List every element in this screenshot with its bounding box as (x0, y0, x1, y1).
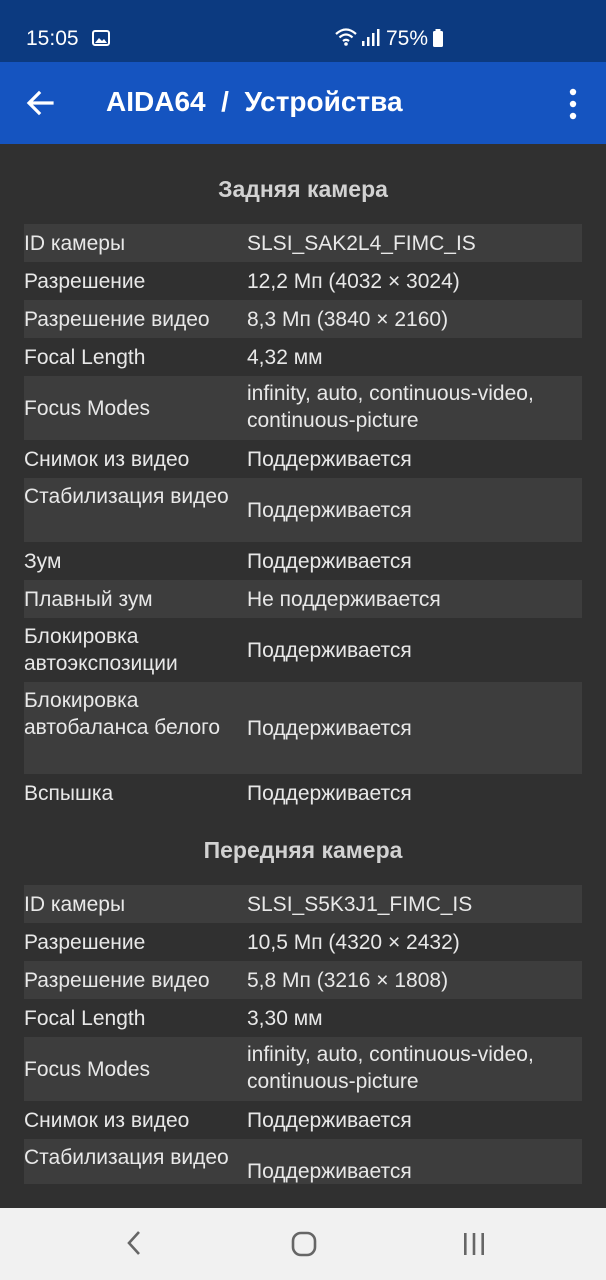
table-row: ID камеры SLSI_S5K3J1_FIMC_IS (24, 885, 582, 923)
arrow-back-icon[interactable] (22, 85, 58, 121)
row-value: Поддерживается (247, 550, 412, 573)
row-label: Стабилизация видео (24, 485, 229, 508)
row-label: ID камеры (24, 232, 126, 255)
battery-icon (433, 29, 443, 47)
chevron-left-icon[interactable] (122, 1228, 146, 1258)
home-icon[interactable] (290, 1230, 318, 1258)
row-value: Поддерживается (247, 499, 412, 522)
row-value: 4,32 мм (247, 346, 323, 369)
table-row: ID камеры SLSI_SAK2L4_FIMC_IS (24, 224, 582, 262)
section-title-front-camera: Передняя камера (203, 837, 403, 863)
row-label: Зум (24, 550, 62, 573)
row-label: Разрешение (24, 270, 146, 293)
status-bar: 15:05 75% (0, 0, 606, 62)
table-row: Блокировка автобаланса белого Поддержива… (24, 682, 582, 774)
table-row: Разрешение видео 5,8 Мп (3216 × 1808) (24, 961, 582, 999)
table-row: Вспышка Поддерживается (24, 774, 582, 812)
image-icon (92, 30, 110, 46)
more-vert-icon[interactable] (560, 86, 586, 122)
row-label: Плавный зум (24, 588, 153, 611)
table-row: Focal Length 4,32 мм (24, 338, 582, 376)
row-value: infinity, auto, continuous-video, contin… (247, 382, 534, 432)
table-row: Стабилизация видео Поддерживается (24, 478, 582, 542)
table-row: Зум Поддерживается (24, 542, 582, 580)
table-row: Focus Modes infinity, auto, continuous-v… (24, 1037, 582, 1101)
recent-apps-icon[interactable] (460, 1230, 488, 1258)
row-label: Focal Length (24, 1007, 146, 1030)
row-label: Focus Modes (24, 397, 151, 420)
table-row: Снимок из видео Поддерживается (24, 1101, 582, 1139)
row-label: Снимок из видео (24, 1109, 190, 1132)
page-title: AIDA64 / Устройства (106, 86, 403, 117)
signal-icon (362, 29, 380, 46)
table-row: Разрешение 12,2 Мп (4032 × 3024) (24, 262, 582, 300)
row-value: SLSI_S5K3J1_FIMC_IS (247, 893, 473, 916)
row-label: Разрешение видео (24, 969, 210, 992)
row-value: Поддерживается (247, 1109, 412, 1132)
row-label: Focal Length (24, 346, 146, 369)
row-label: Разрешение видео (24, 308, 210, 331)
row-value: 8,3 Мп (3840 × 2160) (247, 308, 449, 331)
device-info-list[interactable]: Задняя камера ID камеры SLSI_SAK2L4_FIMC… (0, 144, 606, 1184)
row-value: 3,30 мм (247, 1007, 323, 1030)
table-row: Стабилизация видео Поддерживается (24, 1139, 582, 1184)
row-value: SLSI_SAK2L4_FIMC_IS (247, 232, 476, 255)
row-label: Блокировка автобаланса белого (24, 689, 221, 739)
row-label: Вспышка (24, 782, 114, 805)
row-value: Поддерживается (247, 782, 412, 805)
row-label: Стабилизация видео (24, 1146, 229, 1169)
row-value: Не поддерживается (247, 588, 441, 611)
battery-percent: 75% (386, 27, 429, 50)
table-row: Блокировка автоэкспозиции Поддерживается (24, 618, 582, 682)
table-row: Снимок из видео Поддерживается (24, 440, 582, 478)
navigation-bar (0, 1208, 606, 1280)
row-label: Блокировка автоэкспозиции (24, 625, 178, 675)
row-value: Поддерживается (247, 639, 412, 662)
row-value: 10,5 Мп (4320 × 2432) (247, 931, 460, 954)
row-label: Разрешение (24, 931, 146, 954)
table-row: Focus Modes infinity, auto, continuous-v… (24, 376, 582, 440)
table-row: Разрешение 10,5 Мп (4320 × 2432) (24, 923, 582, 961)
row-label: ID камеры (24, 893, 126, 916)
table-row: Focal Length 3,30 мм (24, 999, 582, 1037)
status-time: 15:05 (26, 27, 79, 50)
row-value: Поддерживается (247, 448, 412, 471)
wifi-icon (335, 28, 357, 46)
table-row: Разрешение видео 8,3 Мп (3840 × 2160) (24, 300, 582, 338)
row-value: Поддерживается (247, 1160, 412, 1183)
row-value: 5,8 Мп (3216 × 1808) (247, 969, 449, 992)
row-value: Поддерживается (247, 717, 412, 740)
row-value: infinity, auto, continuous-video, contin… (247, 1043, 534, 1093)
row-value: 12,2 Мп (4032 × 3024) (247, 270, 460, 293)
row-label: Снимок из видео (24, 448, 190, 471)
row-label: Focus Modes (24, 1058, 151, 1081)
app-bar: AIDA64 / Устройства (0, 62, 606, 144)
section-title-rear-camera: Задняя камера (218, 176, 388, 202)
table-row: Плавный зум Не поддерживается (24, 580, 582, 618)
